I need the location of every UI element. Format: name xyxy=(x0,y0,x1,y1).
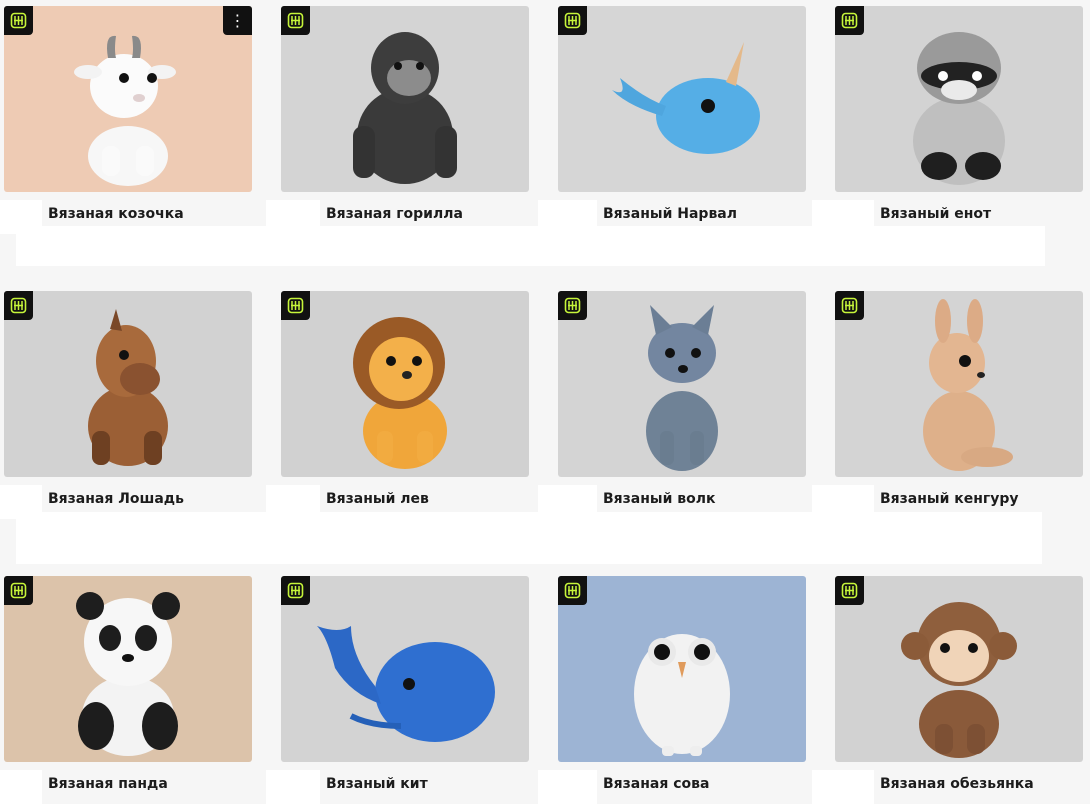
product-card[interactable] xyxy=(4,576,252,762)
product-thumbnail[interactable] xyxy=(281,6,529,192)
product-card[interactable] xyxy=(835,291,1083,477)
kangaroo-toy-image xyxy=(923,299,1013,471)
wolf-toy-image xyxy=(646,305,718,471)
product-card[interactable] xyxy=(558,576,806,762)
monkey-toy-image xyxy=(901,602,1017,758)
narwhal-toy-image xyxy=(612,42,760,154)
product-card[interactable] xyxy=(835,576,1083,762)
brand-logo-icon xyxy=(281,576,310,605)
brand-logo-icon xyxy=(4,576,33,605)
product-thumbnail[interactable] xyxy=(4,576,252,762)
product-title[interactable]: Вязаный енот xyxy=(880,206,991,222)
brand-logo-icon xyxy=(835,6,864,35)
product-title[interactable]: Вязаный кенгуру xyxy=(880,491,1019,507)
brand-logo-icon xyxy=(558,291,587,320)
product-thumbnail[interactable] xyxy=(835,291,1083,477)
label-placeholder xyxy=(812,200,874,234)
card-label-row: Вязаный кенгуру xyxy=(0,485,1090,519)
product-title[interactable]: Вязаная обезьянка xyxy=(880,776,1034,792)
product-thumbnail[interactable] xyxy=(558,576,806,762)
label-placeholder xyxy=(812,485,874,519)
product-thumbnail[interactable] xyxy=(4,291,252,477)
lion-toy-image xyxy=(353,317,447,469)
owl-toy-image xyxy=(634,634,730,756)
label-placeholder xyxy=(812,770,874,804)
product-card[interactable] xyxy=(835,6,1083,192)
product-card[interactable] xyxy=(558,291,806,477)
brand-logo-icon xyxy=(558,576,587,605)
more-options-icon[interactable]: ⋮ xyxy=(223,6,252,35)
brand-logo-icon xyxy=(835,576,864,605)
product-card[interactable] xyxy=(4,291,252,477)
product-thumbnail[interactable] xyxy=(558,6,806,192)
row-1-strip xyxy=(16,226,1045,266)
brand-logo-icon xyxy=(4,6,33,35)
gorilla-toy-image xyxy=(353,32,457,184)
product-card[interactable] xyxy=(558,6,806,192)
product-card[interactable] xyxy=(281,576,529,762)
brand-logo-icon xyxy=(281,291,310,320)
product-thumbnail[interactable]: ⋮ xyxy=(4,6,252,192)
brand-logo-icon xyxy=(835,291,864,320)
product-card[interactable] xyxy=(281,291,529,477)
card-label-row: Вязаный енот xyxy=(0,200,1090,234)
product-thumbnail[interactable] xyxy=(835,576,1083,762)
product-thumbnail[interactable] xyxy=(558,291,806,477)
brand-logo-icon xyxy=(558,6,587,35)
whale-toy-image xyxy=(317,626,495,742)
brand-logo-icon xyxy=(4,291,33,320)
raccoon-toy-image xyxy=(913,32,1005,185)
product-thumbnail[interactable] xyxy=(281,576,529,762)
product-thumbnail[interactable] xyxy=(281,291,529,477)
product-card[interactable]: ⋮ xyxy=(4,6,252,192)
product-thumbnail[interactable] xyxy=(835,6,1083,192)
brand-logo-icon xyxy=(281,6,310,35)
panda-toy-image xyxy=(76,592,180,756)
row-2-strip xyxy=(16,512,1042,564)
card-label-row: Вязаная обезьянка xyxy=(0,770,1090,804)
product-card[interactable] xyxy=(281,6,529,192)
horse-toy-image xyxy=(88,309,168,466)
goat-toy-image xyxy=(74,35,176,186)
